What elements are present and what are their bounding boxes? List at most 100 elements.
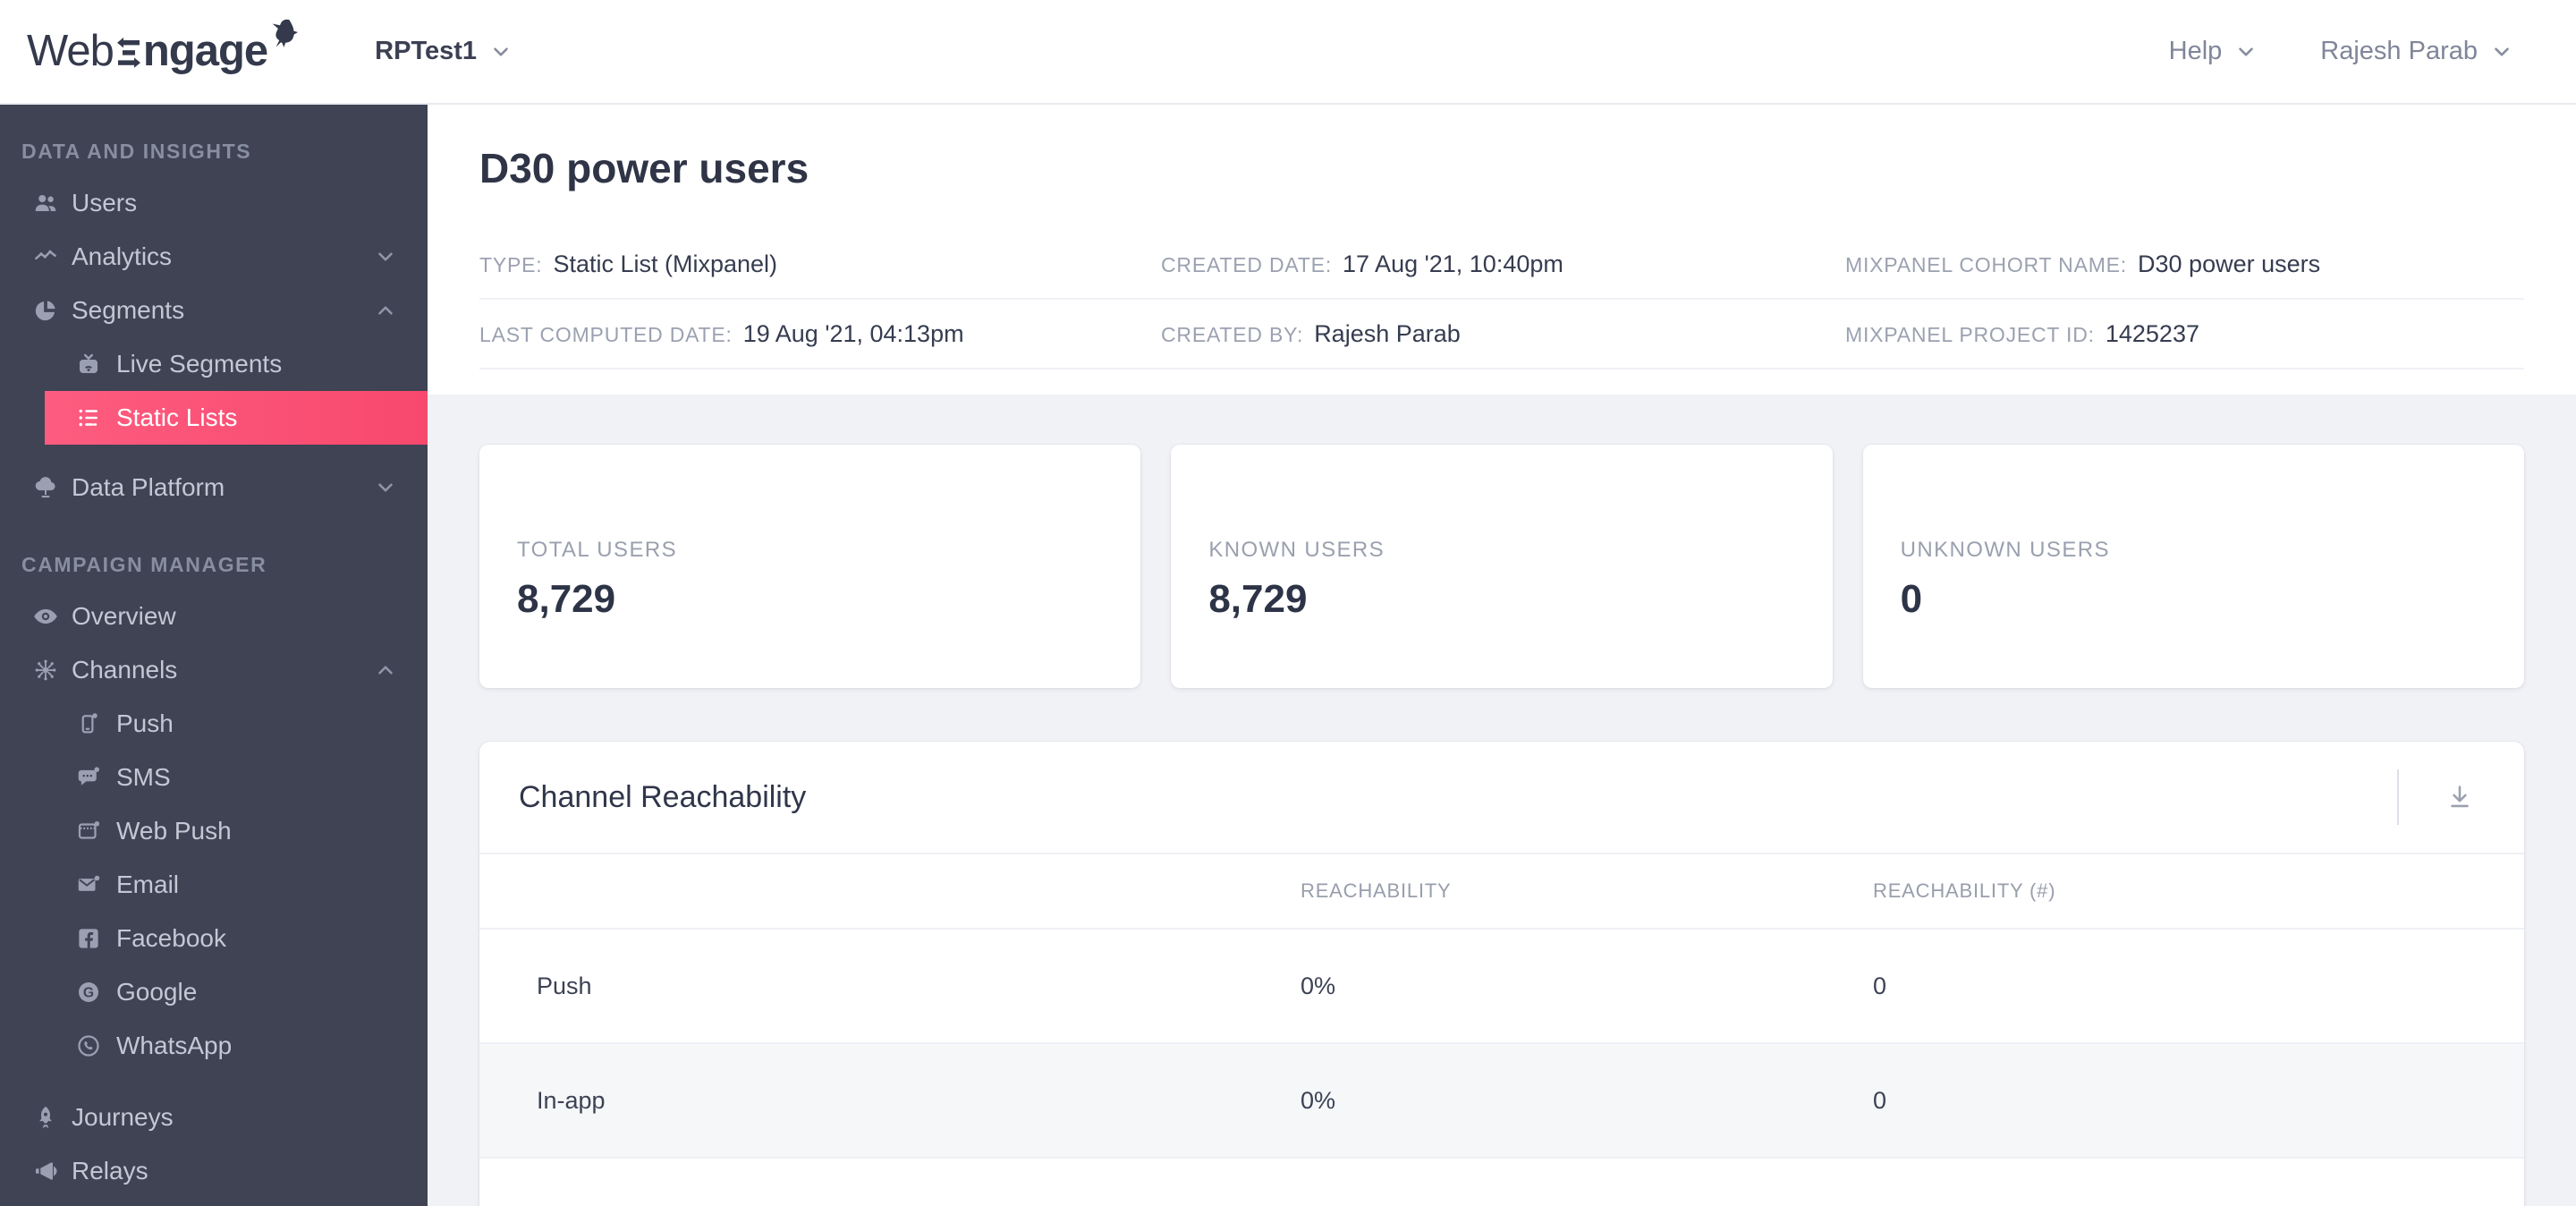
channel-reachability-panel: Channel Reachability REACHABILITY REACHA…	[479, 742, 2524, 1206]
reachability-cell: 0%	[1301, 1086, 1336, 1114]
sidebar-item-whatsapp[interactable]: WhatsApp	[0, 1019, 428, 1073]
sidebar-item-web-push[interactable]: Web Push	[0, 804, 428, 858]
sidebar-item-label: Overview	[72, 602, 176, 630]
table-header-row: REACHABILITY REACHABILITY (#)	[479, 854, 2524, 930]
stat-label: KNOWN USERS	[1208, 538, 1385, 562]
meta-type: TYPE: Static List (Mixpanel)	[479, 251, 1161, 278]
users-icon	[35, 195, 56, 211]
user-name: Rajesh Parab	[2320, 37, 2478, 65]
sidebar-item-overview[interactable]: Overview	[0, 590, 428, 643]
stat-value: 0	[1900, 577, 1923, 621]
stat-card-known-users: KNOWN USERS 8,729	[1171, 445, 1833, 688]
sms-chat-icon	[78, 767, 99, 786]
sidebar-item-label: WhatsApp	[116, 1032, 233, 1059]
relays-megaphone-icon	[36, 1162, 57, 1180]
chevron-up-icon	[378, 666, 393, 675]
sidebar-item-analytics[interactable]: Analytics	[0, 230, 428, 284]
stat-value: 8,729	[517, 577, 616, 621]
meta-mixpanel-project-id: MIXPANEL PROJECT ID: 1425237	[1845, 320, 2524, 348]
sidebar-item-static-lists[interactable]: Static Lists	[45, 391, 428, 445]
meta-mixpanel-cohort-name: MIXPANEL COHORT NAME: D30 power users	[1845, 251, 2524, 278]
reachability-count-cell: 0	[1873, 1086, 1887, 1114]
sidebar-item-users[interactable]: Users	[0, 176, 428, 230]
column-header-reachability-count: REACHABILITY (#)	[1873, 879, 2056, 902]
channel-cell: In-app	[537, 1086, 606, 1114]
sidebar-item-email[interactable]: Email	[0, 858, 428, 912]
sidebar-item-journeys[interactable]: Journeys	[0, 1091, 428, 1144]
meta-created-by: CREATED BY: Rajesh Parab	[1161, 320, 1845, 348]
analytics-icon	[35, 250, 56, 260]
sidebar-item-live-segments[interactable]: Live Segments	[0, 337, 428, 391]
app-window: Web ngage RPTest1 Help Rajesh Parab DATA…	[0, 0, 2576, 1206]
sidebar-item-relays[interactable]: Relays	[0, 1144, 428, 1198]
chevron-up-icon	[378, 306, 393, 315]
live-segments-icon	[80, 353, 97, 373]
svg-text:G: G	[83, 986, 94, 1001]
facebook-icon	[79, 929, 98, 948]
segments-pie-icon	[35, 301, 55, 321]
sidebar-item-label: Segments	[72, 296, 185, 324]
data-platform-cloud-icon	[35, 477, 55, 498]
sidebar-item-label: Relays	[72, 1157, 148, 1185]
meta-row: TYPE: Static List (Mixpanel) CREATED DATE…	[479, 230, 2524, 300]
sidebar-item-data-platform[interactable]: Data Platform	[0, 461, 428, 514]
topbar: Web ngage RPTest1 Help Rajesh Parab	[0, 0, 2576, 105]
help-menu[interactable]: Help	[2169, 37, 2258, 66]
journeys-rocket-icon	[39, 1106, 52, 1129]
sidebar-item-channels[interactable]: Channels	[0, 643, 428, 697]
table-row-partial	[479, 1159, 2524, 1206]
project-name: RPTest1	[375, 37, 478, 65]
logo-text-web: Web	[27, 27, 114, 75]
stat-value: 8,729	[1208, 577, 1308, 621]
section-data-and-insights: DATA AND INSIGHTS	[21, 139, 252, 163]
main-content: D30 power users TYPE: Static List (Mixpan…	[428, 105, 2576, 1206]
whatsapp-icon	[78, 1035, 99, 1057]
download-button[interactable]	[2438, 776, 2481, 819]
chevron-down-icon	[2239, 47, 2254, 56]
logo-text-ngage: ngage	[142, 27, 268, 75]
page-header: D30 power users TYPE: Static List (Mixpan…	[428, 105, 2576, 395]
panel-header: Channel Reachability	[479, 742, 2524, 854]
channel-cell: Push	[537, 972, 592, 999]
table-row: In-app 0% 0	[479, 1044, 2524, 1159]
sidebar-item-label: Web Push	[116, 817, 232, 845]
reachability-count-cell: 0	[1873, 972, 1887, 999]
webengage-logo[interactable]: Web ngage	[27, 19, 305, 75]
stat-cards: TOTAL USERS 8,729 KNOWN USERS 8,729 UNKN…	[479, 445, 2524, 688]
project-selector[interactable]: RPTest1	[375, 37, 513, 66]
meta-row: LAST COMPUTED DATE: 19 Aug '21, 04:13pm C…	[479, 300, 2524, 369]
stat-card-total-users: TOTAL USERS 8,729	[479, 445, 1141, 688]
email-envelope-icon	[78, 875, 100, 891]
web-push-icon	[78, 821, 100, 839]
sidebar-item-label: Facebook	[116, 924, 226, 952]
sidebar-item-label: Email	[116, 871, 180, 898]
bird-icon	[272, 19, 299, 47]
stat-card-unknown-users: UNKNOWN USERS 0	[1862, 445, 2524, 688]
stat-label: TOTAL USERS	[517, 538, 677, 562]
sidebar-item-label: Analytics	[72, 242, 173, 270]
chevron-down-icon	[378, 483, 393, 492]
meta-label: MIXPANEL COHORT NAME:	[1845, 252, 2128, 276]
reachability-cell: 0%	[1301, 972, 1336, 999]
sidebar-item-label: SMS	[116, 763, 171, 791]
sidebar-item-facebook[interactable]: Facebook	[0, 912, 428, 965]
meta-label: CREATED DATE:	[1161, 252, 1333, 276]
sidebar-item-push[interactable]: Push	[0, 697, 428, 751]
webengage-wordmark: Web ngage	[27, 27, 268, 75]
sidebar-item-label: Journeys	[72, 1103, 174, 1131]
user-menu[interactable]: Rajesh Parab	[2320, 37, 2513, 66]
meta-label: LAST COMPUTED DATE:	[479, 322, 733, 346]
content-area: TOTAL USERS 8,729 KNOWN USERS 8,729 UNKN…	[428, 395, 2576, 1206]
sidebar-item-google[interactable]: G Google	[0, 965, 428, 1019]
chevron-down-icon	[378, 252, 393, 261]
meta-value: Rajesh Parab	[1314, 319, 1461, 347]
sidebar-item-sms[interactable]: SMS	[0, 751, 428, 804]
meta-value: 19 Aug '21, 04:13pm	[742, 319, 964, 347]
meta-value: 17 Aug '21, 10:40pm	[1343, 250, 1563, 277]
meta-label: MIXPANEL PROJECT ID:	[1845, 322, 2095, 346]
sidebar-item-segments[interactable]: Segments	[0, 284, 428, 337]
static-lists-icon	[79, 409, 97, 427]
meta-value: 1425237	[2105, 319, 2199, 347]
table-row: Push 0% 0	[479, 930, 2524, 1044]
meta-value: Static List (Mixpanel)	[553, 250, 778, 277]
